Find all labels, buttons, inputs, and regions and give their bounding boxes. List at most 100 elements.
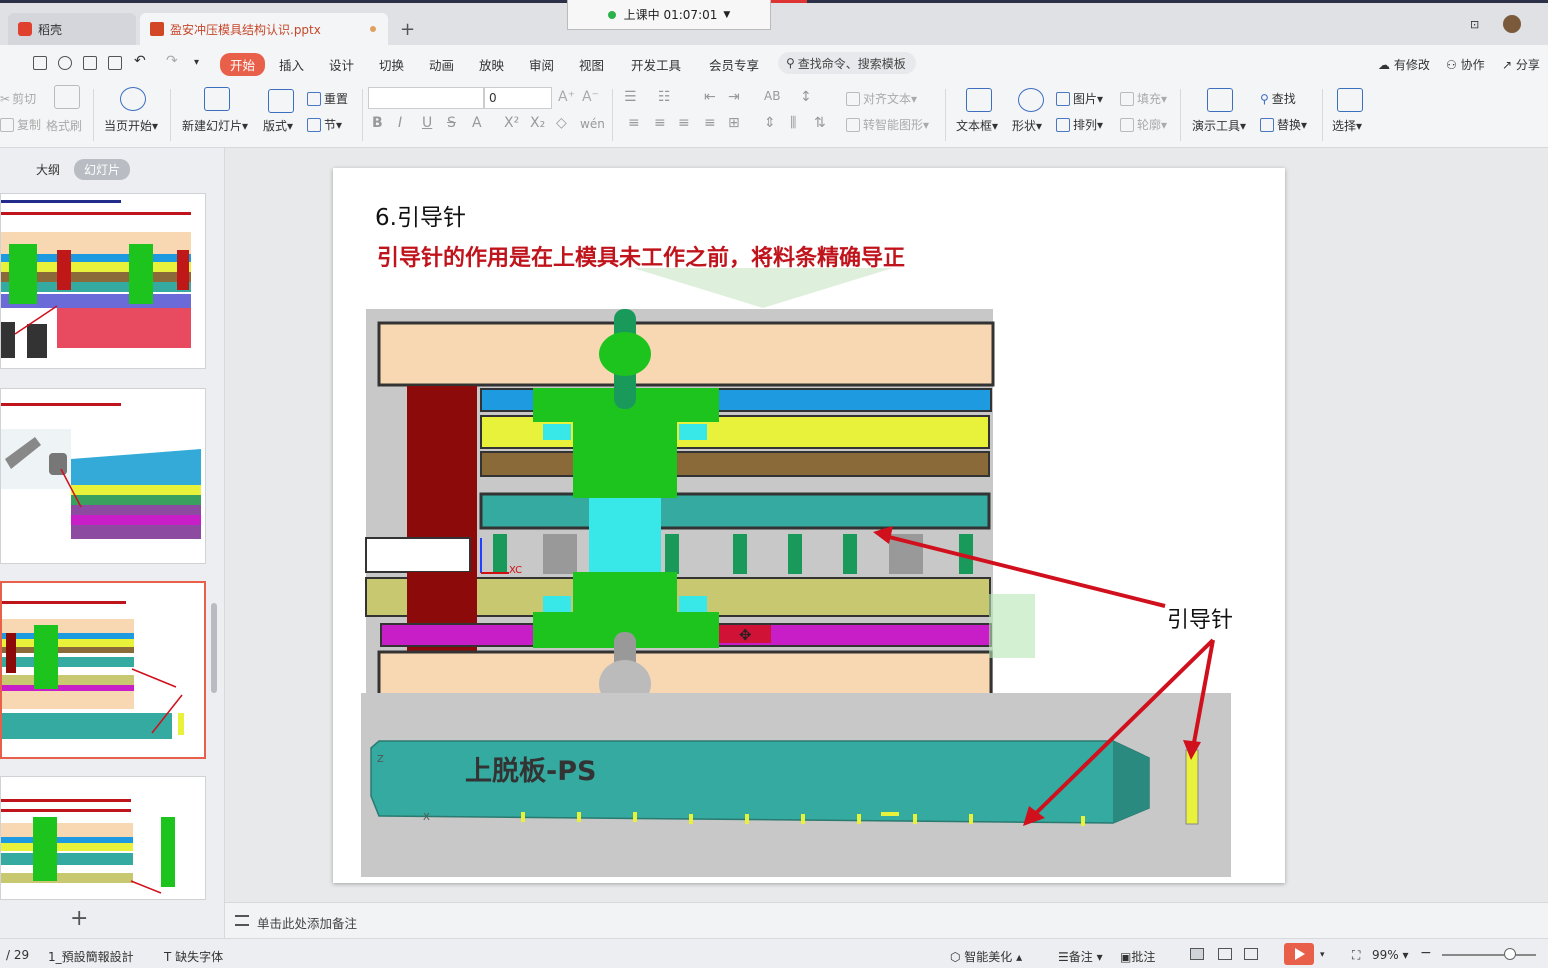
underline-icon[interactable]: U: [422, 115, 432, 131]
notes-pane[interactable]: 单击此处添加备注: [225, 902, 1548, 938]
menu-design[interactable]: 设计: [329, 55, 354, 74]
normal-view-icon[interactable]: [1190, 948, 1204, 960]
menu-transition[interactable]: 切换: [379, 55, 404, 74]
to-smartart-button[interactable]: 转智能图形 ▾: [846, 116, 929, 133]
menu-review[interactable]: 审阅: [529, 55, 554, 74]
live-session-status[interactable]: 上课中 01:07:01 ▼: [567, 0, 771, 30]
columns-icon[interactable]: ⫼: [790, 115, 796, 131]
phonetic-icon[interactable]: wén: [580, 117, 605, 131]
align-right-icon[interactable]: ≡: [678, 115, 690, 131]
zoom-slider-handle[interactable]: [1504, 948, 1516, 960]
cut-button[interactable]: ✂ 剪切: [0, 90, 36, 107]
select-button[interactable]: 选择 ▾: [1332, 117, 1362, 134]
comments-button[interactable]: ▣批注: [1120, 948, 1155, 965]
decrease-indent-icon[interactable]: ⇤: [704, 89, 716, 105]
clear-format-icon[interactable]: ◇: [556, 115, 567, 131]
theme-name[interactable]: 1_預設簡報設計: [48, 948, 134, 965]
text-direction-icon[interactable]: AB: [764, 89, 780, 103]
save-icon[interactable]: [33, 56, 47, 70]
zoom-level[interactable]: 99% ▾: [1372, 948, 1409, 962]
menu-animation[interactable]: 动画: [429, 55, 454, 74]
font-family-select[interactable]: [368, 87, 484, 109]
replace-button[interactable]: 替换 ▾: [1260, 116, 1307, 133]
tab-outline[interactable]: 大纲: [26, 159, 70, 180]
menu-start[interactable]: 开始: [220, 53, 266, 76]
find-button[interactable]: ⚲ 查找: [1260, 90, 1296, 107]
changes-button[interactable]: ☁ 有修改: [1378, 56, 1430, 73]
zoom-out-button[interactable]: −: [1420, 945, 1432, 961]
font-color-icon[interactable]: A: [472, 115, 482, 131]
italic-icon[interactable]: I: [398, 115, 402, 131]
format-painter-button[interactable]: 格式刷: [46, 117, 82, 134]
slide-thumbnail[interactable]: [0, 193, 206, 369]
increase-font-icon[interactable]: A⁺: [558, 89, 575, 105]
print-preview-icon[interactable]: [108, 56, 122, 70]
menu-member[interactable]: 会员专享: [709, 55, 759, 74]
align-center-icon[interactable]: ≡: [654, 115, 666, 131]
numbered-list-icon[interactable]: ☷: [658, 89, 671, 105]
redo-icon[interactable]: ↷: [166, 53, 178, 69]
menu-developer[interactable]: 开发工具: [631, 55, 681, 74]
tab-document[interactable]: 盈安冲压模具结构认识.pptx: [140, 13, 388, 45]
strikethrough-icon[interactable]: S: [447, 115, 456, 131]
undo-icon[interactable]: ↶: [134, 53, 146, 69]
shape-button[interactable]: 形状 ▾: [1012, 117, 1042, 134]
align-left-icon[interactable]: ≡: [628, 115, 640, 131]
undo-history-icon[interactable]: [58, 56, 72, 70]
slide-thumbnail[interactable]: [0, 388, 206, 564]
tab-docer-home[interactable]: 稻壳: [8, 13, 136, 45]
collaborate-button[interactable]: ⚇ 协作: [1446, 56, 1485, 73]
fit-window-icon[interactable]: ⛶: [1352, 948, 1360, 963]
slideshow-dropdown-icon[interactable]: ▾: [1320, 950, 1325, 960]
slide-canvas[interactable]: 6.引导针 引导针的作用是在上模具未工作之前，将料条精确导正 XC 上脱板-PS…: [333, 168, 1285, 883]
bullet-list-icon[interactable]: ☰: [624, 89, 637, 105]
notes-placeholder[interactable]: 单击此处添加备注: [257, 913, 357, 932]
new-slide-button[interactable]: 新建幻灯片 ▾: [182, 117, 248, 134]
copy-button[interactable]: 复制: [0, 116, 41, 133]
menu-slideshow[interactable]: 放映: [479, 55, 504, 74]
page-indicator[interactable]: / 29: [6, 948, 29, 962]
arrange-button[interactable]: 排列 ▾: [1056, 116, 1103, 133]
reading-view-icon[interactable]: [1244, 948, 1258, 960]
textbox-button[interactable]: 文本框 ▾: [956, 117, 998, 134]
outline-button[interactable]: 轮廓 ▾: [1120, 116, 1167, 133]
window-count-icon[interactable]: ⊡: [1470, 18, 1479, 31]
decrease-font-icon[interactable]: A⁻: [582, 89, 599, 105]
quick-access-dropdown-icon[interactable]: ▾: [194, 57, 199, 68]
paragraph-spacing-icon[interactable]: ⇕: [764, 115, 776, 131]
justify-icon[interactable]: ≡: [704, 115, 716, 131]
reset-button[interactable]: 重置: [307, 90, 348, 107]
line-spacing-icon[interactable]: ↕: [800, 89, 812, 105]
superscript-icon[interactable]: X²: [504, 115, 519, 131]
layout-button[interactable]: 版式 ▾: [263, 117, 293, 134]
add-slide-button[interactable]: +: [70, 906, 88, 931]
distribute-icon[interactable]: ⊞: [728, 115, 740, 131]
line-spacing-menu-icon[interactable]: ⇅: [814, 115, 826, 131]
section-button[interactable]: 节 ▾: [307, 116, 342, 133]
new-tab-button[interactable]: +: [400, 19, 415, 40]
fill-button[interactable]: 填充 ▾: [1120, 90, 1167, 107]
slide-thumbnail[interactable]: [0, 776, 206, 900]
menu-insert[interactable]: 插入: [279, 55, 304, 74]
play-from-current-button[interactable]: 当页开始 ▾: [104, 117, 158, 134]
align-text-button[interactable]: 对齐文本 ▾: [846, 90, 917, 107]
print-icon[interactable]: [83, 56, 97, 70]
thumbnail-scrollbar[interactable]: [211, 603, 217, 693]
picture-button[interactable]: 图片 ▾: [1056, 90, 1103, 107]
bold-icon[interactable]: B: [372, 115, 383, 131]
missing-font-button[interactable]: T 缺失字体: [164, 948, 223, 965]
mold-structure-diagram[interactable]: XC 上脱板-PS Z X: [333, 168, 1285, 883]
share-button[interactable]: ↗ 分享: [1502, 56, 1540, 73]
slide-sorter-icon[interactable]: [1218, 948, 1232, 960]
presenter-tools-button[interactable]: 演示工具 ▾: [1192, 117, 1246, 134]
menu-view[interactable]: 视图: [579, 55, 604, 74]
callout-pilot-label[interactable]: 引导针: [1167, 602, 1233, 634]
smart-beautify-button[interactable]: ⬡ 智能美化 ▴: [950, 948, 1022, 965]
notes-toggle-button[interactable]: ☰备注 ▾: [1058, 948, 1103, 965]
zoom-slider-track[interactable]: [1442, 954, 1536, 956]
slide-thumbnail-current[interactable]: [0, 581, 206, 759]
subscript-icon[interactable]: X₂: [530, 115, 545, 131]
slideshow-play-button[interactable]: [1284, 943, 1314, 965]
command-search-box[interactable]: ⚲ 查找命令、搜索模板: [778, 52, 916, 74]
font-size-select[interactable]: 0: [484, 87, 552, 109]
